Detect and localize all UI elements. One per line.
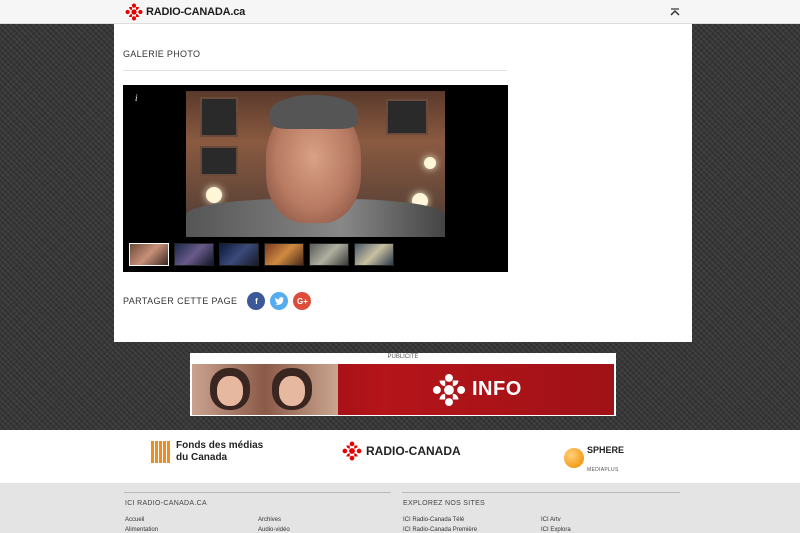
sphere-icon <box>564 448 584 468</box>
footer-link[interactable]: ICI Artv <box>541 517 561 523</box>
radio-canada-logo[interactable]: RADIO-CANADA <box>342 441 461 461</box>
gallery-thumbnail[interactable] <box>219 243 259 266</box>
footer-col-title: ICI RADIO-CANADA.CA <box>125 500 207 507</box>
twitter-share-button[interactable] <box>270 292 289 310</box>
divider <box>124 492 391 493</box>
footer-link[interactable]: Archives <box>258 517 281 523</box>
fonds-medias-logo[interactable]: Fonds des médias du Canada <box>151 440 263 464</box>
ad-label: PUBLICITÉ <box>387 354 419 360</box>
brand-name: RADIO-CANADA.ca <box>146 6 246 18</box>
site-footer: ICI RADIO-CANADA.CA EXPLOREZ NOS SITES A… <box>0 483 800 533</box>
thumbnail-strip <box>129 243 394 266</box>
ad-banner[interactable]: INFO <box>192 364 614 415</box>
gallery-main-photo[interactable] <box>186 91 445 237</box>
sphere-mediaplus-logo[interactable]: SPHERE MEDIAPLUS <box>564 440 624 476</box>
partners-bar: Fonds des médias du Canada RADIO-CANADA … <box>0 430 800 483</box>
ad-container: PUBLICITÉ INFO <box>190 353 616 416</box>
radio-canada-gem-icon <box>342 441 362 461</box>
fonds-line2: du Canada <box>176 452 228 463</box>
content-panel: GALERIE PHOTO i PARTAGER CETTE PAGE f G+ <box>114 24 692 342</box>
footer-link[interactable]: Audio-vidéo <box>258 527 290 533</box>
radio-canada-gem-icon <box>432 373 466 407</box>
radio-canada-gem-icon <box>125 3 143 21</box>
facebook-share-button[interactable]: f <box>247 292 266 310</box>
footer-link[interactable]: ICI Radio-Canada Télé <box>403 517 464 523</box>
gallery-thumbnail[interactable] <box>129 243 169 266</box>
footer-link[interactable]: ICI Radio-Canada Première <box>403 527 477 533</box>
fonds-line1: Fonds des médias <box>176 440 264 451</box>
info-icon[interactable]: i <box>135 93 138 103</box>
gallery-thumbnail[interactable] <box>174 243 214 266</box>
footer-link[interactable]: Accueil <box>125 517 144 523</box>
sphere-name: SPHERE <box>587 445 625 455</box>
gallery-title: GALERIE PHOTO <box>123 49 201 59</box>
share-bar: PARTAGER CETTE PAGE f G+ <box>123 292 316 310</box>
sphere-subname: MEDIAPLUS <box>587 467 619 473</box>
ad-text: INFO <box>472 378 522 400</box>
chevron-up-icon[interactable] <box>668 6 682 20</box>
divider <box>123 70 507 71</box>
share-label: PARTAGER CETTE PAGE <box>123 296 238 306</box>
radio-canada-name: RADIO-CANADA <box>366 444 461 458</box>
twitter-icon <box>274 297 284 305</box>
photo-gallery-viewer: i <box>123 85 508 272</box>
divider <box>402 492 680 493</box>
site-logo[interactable]: RADIO-CANADA.ca <box>125 3 245 21</box>
gallery-thumbnail[interactable] <box>309 243 349 266</box>
footer-col-title: EXPLOREZ NOS SITES <box>403 500 486 507</box>
gallery-thumbnail[interactable] <box>354 243 394 266</box>
googleplus-share-button[interactable]: G+ <box>293 292 312 310</box>
footer-link[interactable]: ICI Explora <box>541 527 571 533</box>
site-header: RADIO-CANADA.ca <box>0 0 800 24</box>
footer-link[interactable]: Alimentation <box>125 527 158 533</box>
gallery-thumbnail[interactable] <box>264 243 304 266</box>
fonds-medias-icon <box>151 441 171 463</box>
